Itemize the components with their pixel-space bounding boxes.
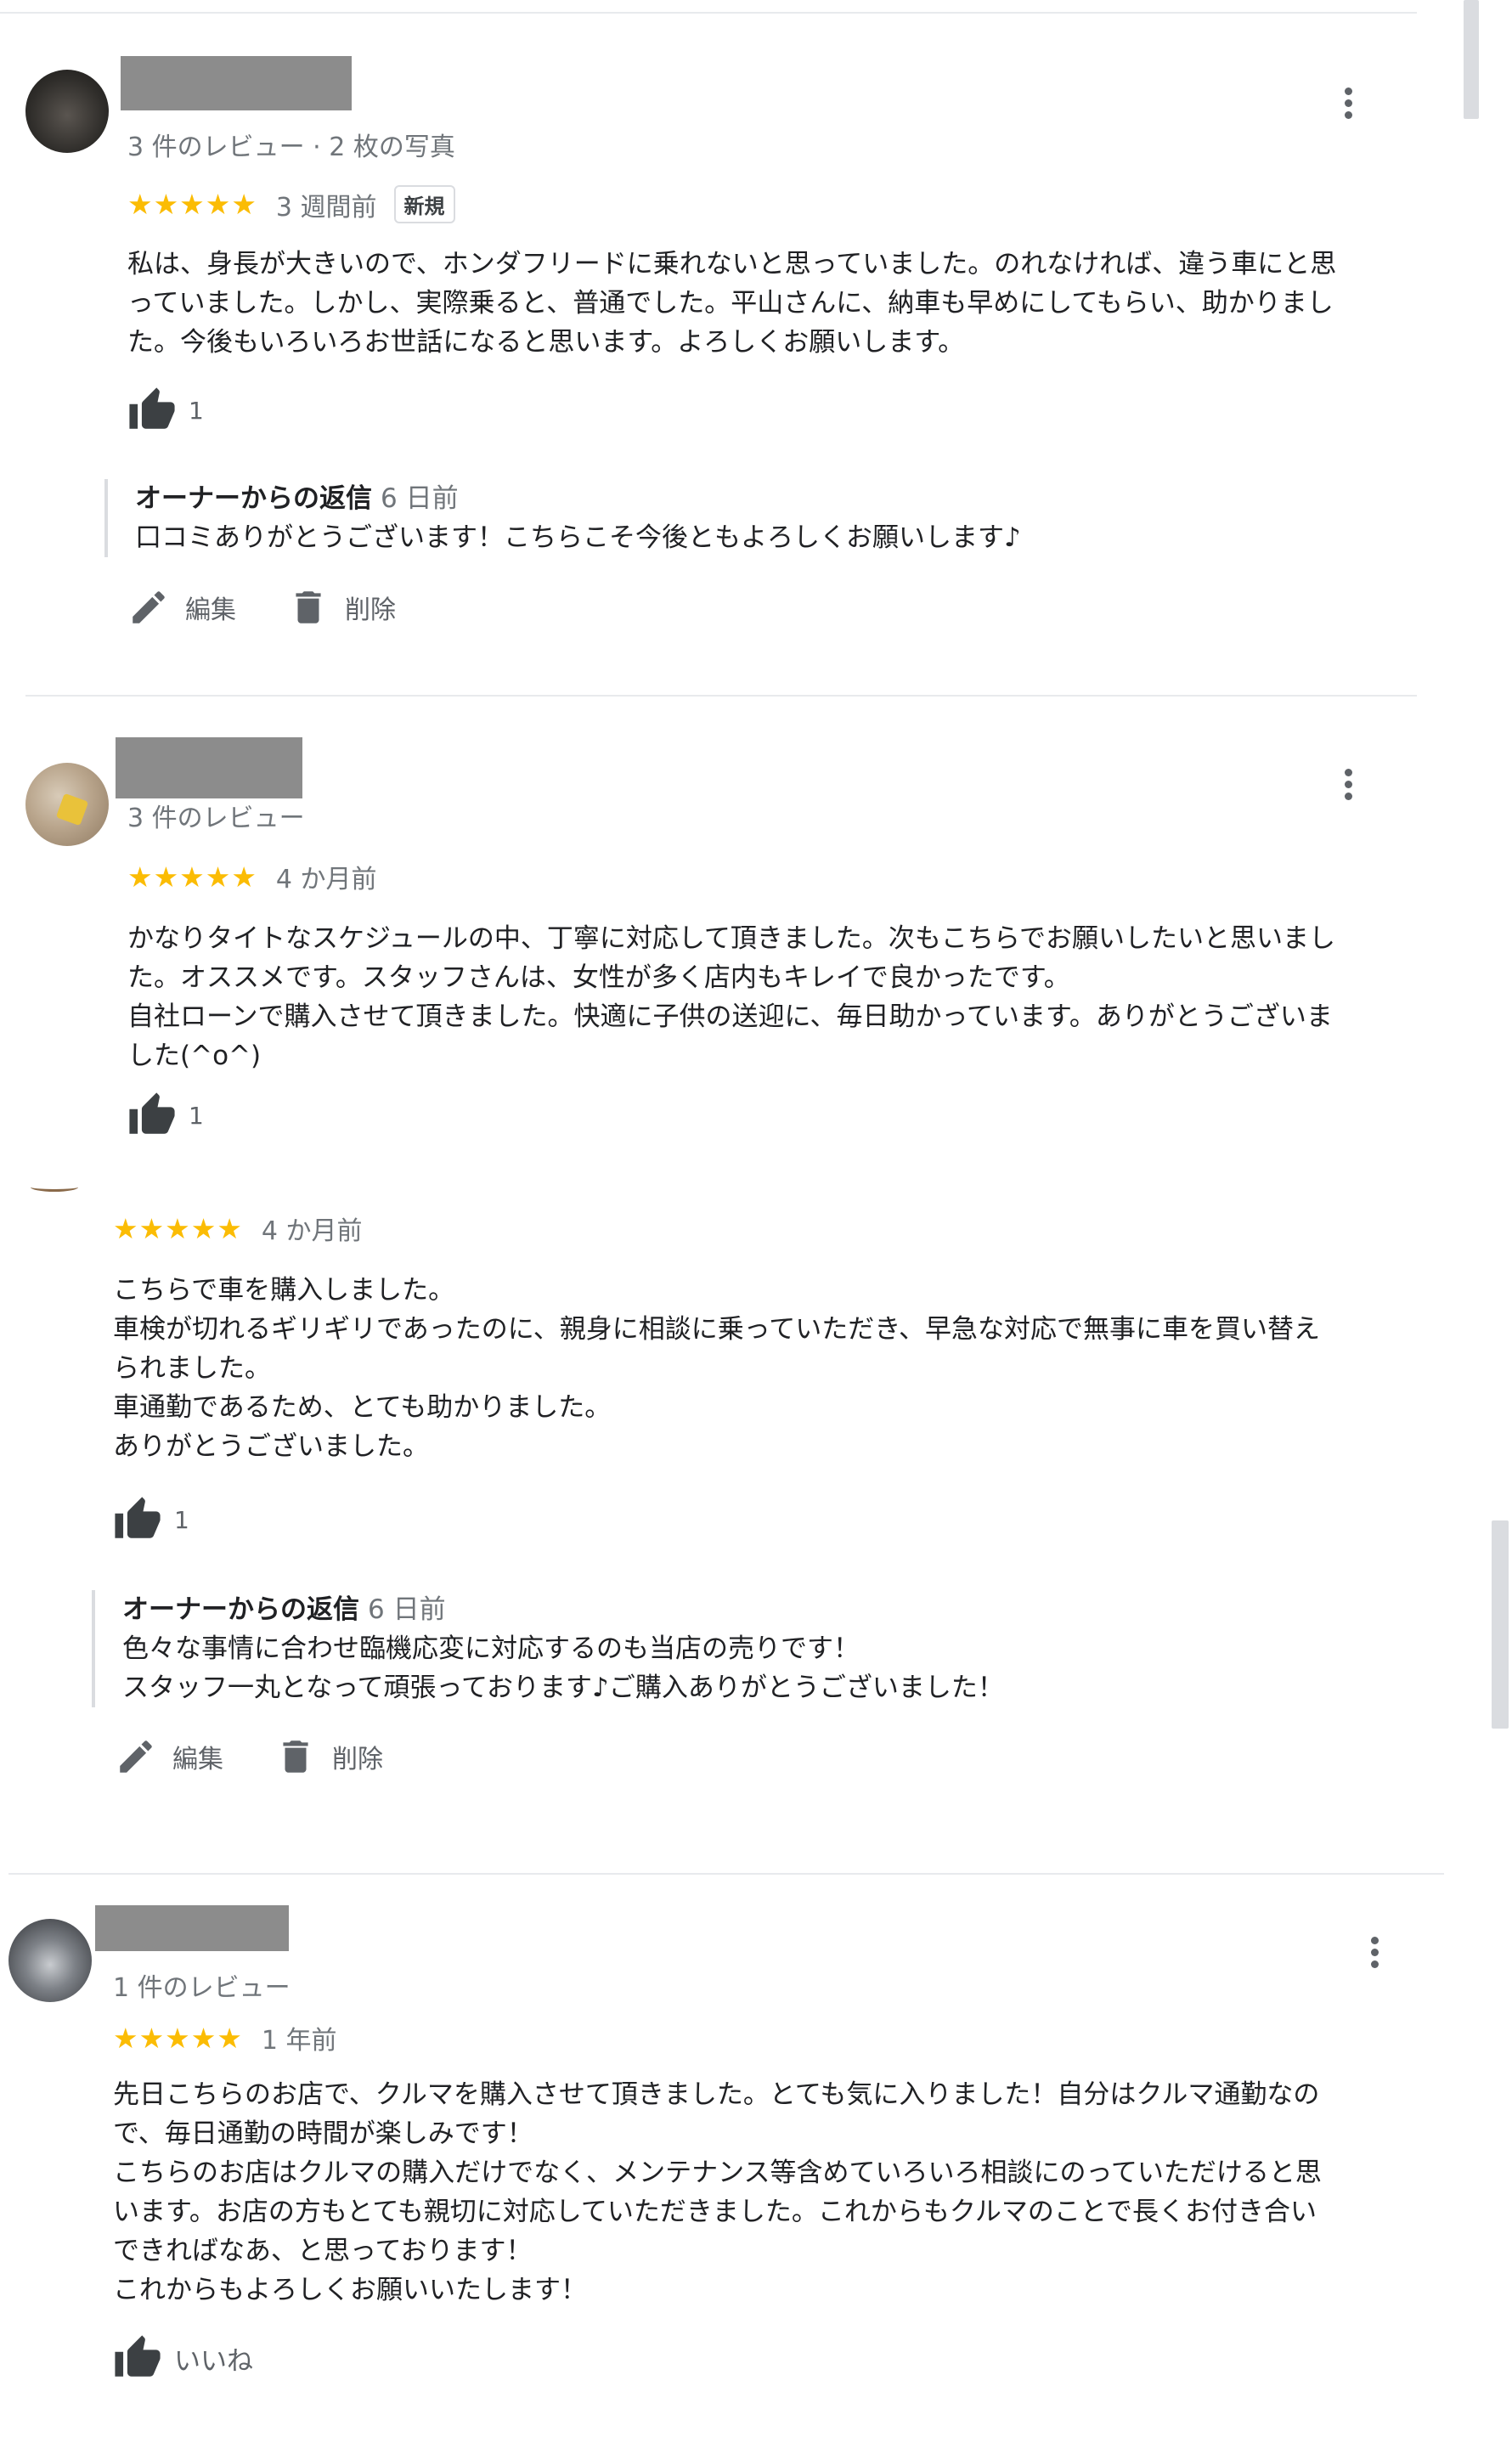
like-button[interactable]: 1 bbox=[113, 1495, 189, 1544]
owner-reply: オーナーからの返信 6 日前 色々な事情に合わせ臨機応変に対応するのも当店の売りで… bbox=[92, 1590, 1396, 1707]
reply-text: 色々な事情に合わせ臨機応変に対応するのも当店の売りです！ スタッフ一丸となって頑… bbox=[122, 1633, 1004, 1703]
scrollbar-thumb[interactable] bbox=[1492, 1520, 1509, 1729]
review-time: 1 年前 bbox=[261, 2026, 337, 2056]
review-card: ★★★★★ 4 か月前 こちらで車を購入しました。 車検が切れるギリギリであった… bbox=[0, 1189, 1444, 1873]
avatar[interactable] bbox=[8, 1919, 92, 2002]
like-button[interactable]: 1 bbox=[127, 386, 204, 435]
reviewer-meta: 1 件のレビュー bbox=[113, 1973, 291, 2003]
reply-time: 6 日前 bbox=[381, 483, 459, 514]
review-time: 3 週間前 bbox=[275, 192, 377, 223]
review-text: 私は、身長が大きいので、ホンダフリードに乗れないと思っていました。のれなければ、… bbox=[127, 249, 1337, 358]
avatar[interactable] bbox=[25, 763, 109, 846]
like-button[interactable]: いいね bbox=[113, 2333, 253, 2383]
edit-button[interactable]: 編集 bbox=[127, 586, 236, 629]
star-rating: ★★★★★ bbox=[127, 860, 257, 894]
thumbs-up-icon bbox=[129, 387, 175, 429]
thumbs-up-icon bbox=[115, 1497, 161, 1538]
delete-label: 削除 bbox=[332, 1745, 383, 1774]
delete-label: 削除 bbox=[345, 595, 396, 625]
reply-owner-label: オーナーからの返信 bbox=[135, 483, 372, 514]
rating-row: ★★★★★ 4 か月前 bbox=[113, 1210, 363, 1247]
edit-label: 編集 bbox=[172, 1745, 223, 1774]
review-text: 先日こちらのお店で、クルマを購入させて頂きました。とても気に入りました！自分はク… bbox=[113, 2079, 1322, 2305]
star-rating: ★★★★★ bbox=[113, 2021, 243, 2055]
like-label: いいね bbox=[174, 2345, 253, 2377]
like-button[interactable]: 1 bbox=[127, 1091, 204, 1140]
reply-owner-label: オーナーからの返信 bbox=[122, 1594, 359, 1625]
delete-button[interactable]: 削除 bbox=[287, 586, 396, 629]
reviewer-name[interactable] bbox=[116, 737, 302, 798]
reviewer-meta: 3 件のレビュー bbox=[127, 804, 305, 833]
rating-row: ★★★★★ 3 週間前 新規 bbox=[127, 185, 455, 223]
edit-button[interactable]: 編集 bbox=[115, 1735, 223, 1778]
reply-time: 6 日前 bbox=[368, 1594, 446, 1625]
reply-actions: 編集 削除 bbox=[115, 1735, 434, 1778]
delete-button[interactable]: 削除 bbox=[274, 1735, 383, 1778]
new-badge: 新規 bbox=[393, 185, 455, 223]
owner-reply: オーナーからの返信 6 日前 口コミありがとうございます！こちらこそ今後ともよろし… bbox=[104, 479, 1409, 557]
like-count: 1 bbox=[174, 1505, 189, 1534]
review-time: 4 か月前 bbox=[275, 865, 377, 894]
reviewer-name[interactable] bbox=[95, 1905, 289, 1951]
like-count: 1 bbox=[189, 396, 204, 425]
review-card: 3 件のレビュー ★★★★★ 4 か月前 かなりタイトなスケジュールの中、丁寧に… bbox=[0, 697, 1444, 1155]
reviewer-name[interactable] bbox=[121, 56, 352, 110]
review-text: こちらで車を購入しました。 車検が切れるギリギリであったのに、親身に相談に乗って… bbox=[113, 1275, 1321, 1462]
pencil-icon bbox=[133, 591, 165, 623]
trash-icon bbox=[296, 591, 321, 623]
reply-actions: 編集 削除 bbox=[127, 586, 447, 629]
more-options-icon[interactable] bbox=[1362, 1932, 1387, 1980]
pencil-icon bbox=[120, 1740, 152, 1773]
rating-row: ★★★★★ 1 年前 bbox=[113, 2019, 337, 2056]
review-text: かなりタイトなスケジュールの中、丁寧に対応して頂きました。次もこちらでお願いした… bbox=[127, 923, 1335, 1071]
reply-text: 口コミありがとうございます！こちらこそ今後ともよろしくお願いします♪ bbox=[135, 522, 1021, 553]
rating-row: ★★★★★ 4 か月前 bbox=[127, 858, 377, 895]
star-rating: ★★★★★ bbox=[113, 1211, 243, 1245]
star-rating: ★★★★★ bbox=[127, 188, 257, 221]
reviewer-meta: 3 件のレビュー · 2 枚の写真 bbox=[127, 133, 455, 162]
review-card: 1 件のレビュー ★★★★★ 1 年前 先日こちらのお店で、クルマを購入させて頂… bbox=[0, 1875, 1444, 2435]
more-options-icon[interactable] bbox=[1335, 83, 1361, 131]
review-card: 3 件のレビュー · 2 枚の写真 ★★★★★ 3 週間前 新規 私は、身長が大… bbox=[0, 0, 1444, 695]
thumbs-up-icon bbox=[115, 2335, 161, 2377]
more-options-icon[interactable] bbox=[1335, 764, 1361, 812]
avatar[interactable] bbox=[25, 70, 109, 153]
scrollbar-thumb[interactable] bbox=[1464, 0, 1479, 119]
like-count: 1 bbox=[189, 1101, 204, 1130]
trash-icon bbox=[283, 1740, 308, 1773]
edit-label: 編集 bbox=[185, 595, 236, 625]
review-time: 4 か月前 bbox=[261, 1216, 363, 1246]
thumbs-up-icon bbox=[129, 1092, 175, 1134]
